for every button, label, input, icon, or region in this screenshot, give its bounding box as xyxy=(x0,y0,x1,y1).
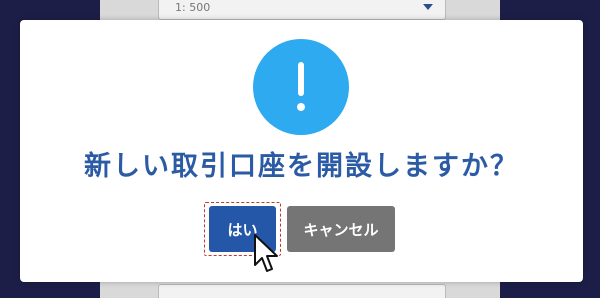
scale-select-value: 1: 500 xyxy=(175,0,211,14)
scale-select[interactable]: 1: 500 xyxy=(158,0,446,20)
dialog-message: 新しい取引口座を開設しますか？ xyxy=(84,151,519,182)
chevron-down-icon xyxy=(423,4,433,10)
cancel-button[interactable]: キャンセル xyxy=(287,206,395,252)
mouse-pointer-icon xyxy=(254,234,278,272)
background-input-field[interactable] xyxy=(158,284,446,298)
exclamation-bar xyxy=(298,62,304,96)
exclamation-icon xyxy=(253,39,349,135)
confirm-dialog: 新しい取引口座を開設しますか？ はい キャンセル xyxy=(20,20,583,282)
screen: 1: 500 新しい取引口座を開設しますか？ はい キャンセル xyxy=(0,0,600,298)
exclamation-dot xyxy=(297,103,305,111)
